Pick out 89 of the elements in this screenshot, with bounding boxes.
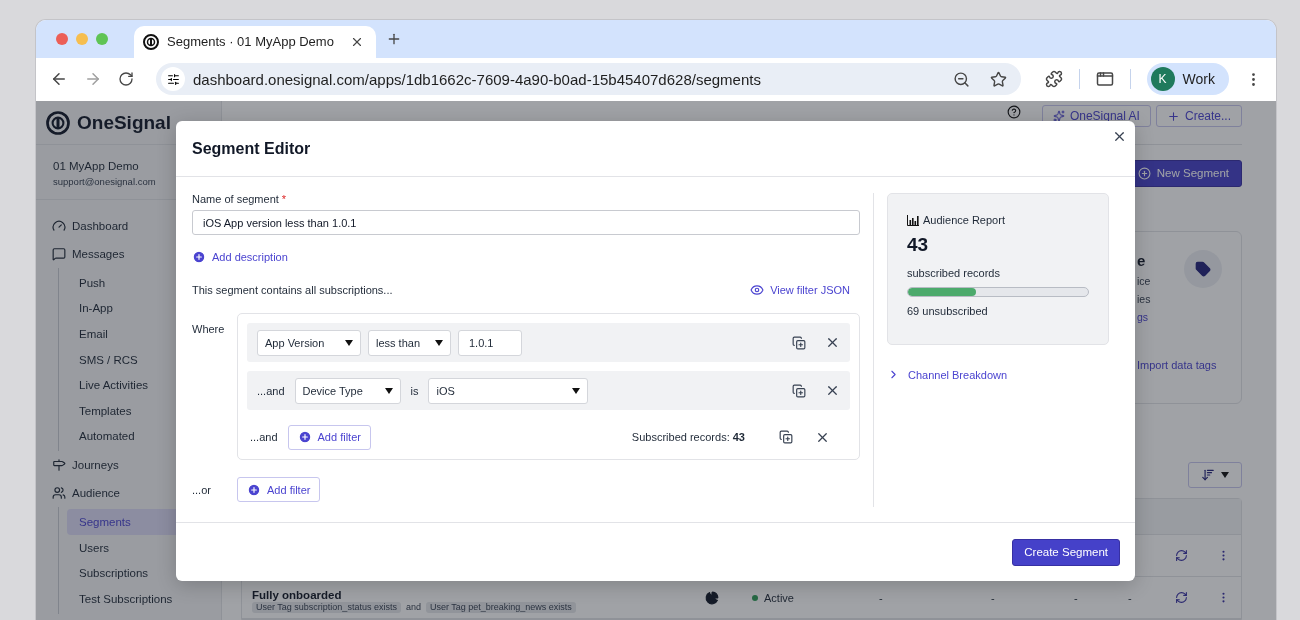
duplicate-icon[interactable]	[779, 430, 793, 444]
nav-icon	[52, 247, 66, 261]
add-filter-button[interactable]: Add filter	[237, 477, 321, 502]
table-cell-text: -	[1073, 591, 1079, 604]
nav-subitem[interactable]: Test Subscriptions	[67, 585, 221, 612]
puzzle-icon[interactable]	[1044, 70, 1063, 89]
card-text: ies	[1137, 293, 1152, 305]
pie-chart-icon	[705, 590, 719, 605]
app-name: 01 MyApp Demo	[53, 160, 140, 172]
connector-text: ...and	[250, 431, 278, 443]
status-text: Active	[764, 591, 794, 604]
nav-icon	[52, 486, 66, 501]
help-icon[interactable]	[1006, 105, 1021, 119]
header-button[interactable]: Create...	[1155, 105, 1242, 127]
dialog-title: Segment Editor	[192, 139, 311, 158]
report-label: subscribed records	[907, 267, 1001, 279]
sort-icon	[1201, 468, 1215, 482]
value-field[interactable]: 1.0.1	[458, 329, 522, 356]
plus-circle-icon	[297, 430, 312, 444]
subscribed-total: 43	[907, 234, 930, 256]
operator-text: is	[410, 384, 419, 397]
field-label: Name of segment *	[192, 193, 288, 205]
field-dropdown[interactable]: App Version	[257, 329, 361, 356]
table-cell-text: -	[1127, 591, 1133, 604]
zoom-out-icon[interactable]	[952, 70, 970, 88]
filter-tag: User Tag pet_breaking_news exists	[425, 601, 576, 613]
address-bar[interactable]: dashboard.onesignal.com/apps/1db1662c-7609-4a90-b0ad-15b45407d628/segments	[156, 63, 1021, 96]
card-link[interactable]: gs	[1137, 311, 1233, 323]
card-text: ice	[1137, 275, 1152, 287]
signal-logo-icon	[143, 33, 159, 50]
segment-name-field[interactable]: iOS App version less than 1.0.1	[192, 210, 860, 235]
refresh-icon	[1174, 591, 1188, 604]
caret-icon	[345, 339, 353, 346]
plus-circle-icon	[247, 482, 261, 497]
card-title: e	[1137, 252, 1147, 269]
caret-icon	[384, 387, 393, 394]
caret-icon	[572, 387, 581, 394]
remove-icon[interactable]	[825, 335, 840, 350]
segment-name: Fully onboarded	[252, 588, 343, 601]
unsubscribed-count: 69 unsubscribed	[907, 305, 989, 317]
caret-icon	[1221, 472, 1229, 478]
caret-icon	[435, 339, 443, 346]
sort-button[interactable]	[1188, 462, 1242, 488]
status-dot	[752, 594, 758, 601]
bar-chart-icon	[907, 214, 919, 226]
sparkles-icon	[1052, 110, 1065, 122]
report-title: Audience Report	[907, 214, 1089, 226]
subscribed-count: Subscribed records: 43	[631, 431, 745, 443]
nav-icon	[52, 219, 66, 233]
tag-joiner: and	[405, 601, 421, 613]
close-window-icon[interactable]	[56, 32, 68, 45]
channel-breakdown-toggle[interactable]: Channel Breakdown	[887, 368, 1135, 381]
tag-icon	[1184, 250, 1222, 288]
profile-avatar: K	[1150, 67, 1175, 92]
profile-button[interactable]: K Work	[1146, 63, 1229, 96]
operator-dropdown[interactable]: less than	[368, 329, 451, 356]
plus-circle-icon	[1137, 166, 1151, 180]
table-cell-text: -	[878, 591, 884, 604]
create-segment-button[interactable]: Create Segment	[1012, 538, 1120, 566]
filter-tag: User Tag subscription_status exists	[252, 601, 401, 613]
field-dropdown[interactable]: Device Type	[294, 377, 401, 404]
close-icon[interactable]	[1112, 129, 1127, 144]
segment-summary: This segment contains all subscriptions...	[192, 284, 393, 296]
import-tags-link[interactable]: Import data tags	[1137, 359, 1233, 371]
signal-logo-icon	[46, 110, 70, 135]
site-settings-icon[interactable]	[161, 67, 185, 92]
nav-item[interactable]: Journeys	[36, 451, 221, 480]
view-json-link[interactable]: View filter JSON	[750, 283, 850, 297]
account-email: support@onesignal.com	[53, 176, 157, 187]
reload-icon[interactable]	[118, 71, 134, 88]
browser-tab[interactable]: Segments · 01 MyApp Demo	[134, 25, 376, 58]
eye-icon	[750, 283, 765, 297]
remove-icon[interactable]	[825, 383, 840, 398]
plus-icon	[1166, 109, 1180, 123]
connector-text: ...or	[192, 483, 212, 496]
required-mark: *	[281, 193, 287, 205]
refresh-icon	[1174, 549, 1188, 562]
where-label: Where	[192, 322, 226, 337]
connector-text: ...and	[257, 384, 285, 397]
plus-circle-icon	[192, 250, 206, 264]
brand-name: OneSignal	[77, 111, 171, 134]
nav-icon	[52, 458, 66, 473]
value-dropdown[interactable]: iOS	[428, 377, 589, 404]
duplicate-icon[interactable]	[792, 383, 806, 398]
table-cell-text: -	[990, 591, 996, 604]
add-filter-button[interactable]: Add filter	[287, 424, 371, 450]
star-icon[interactable]	[989, 70, 1007, 88]
duplicate-icon[interactable]	[792, 335, 806, 350]
add-description-link[interactable]: Add description	[192, 250, 860, 264]
